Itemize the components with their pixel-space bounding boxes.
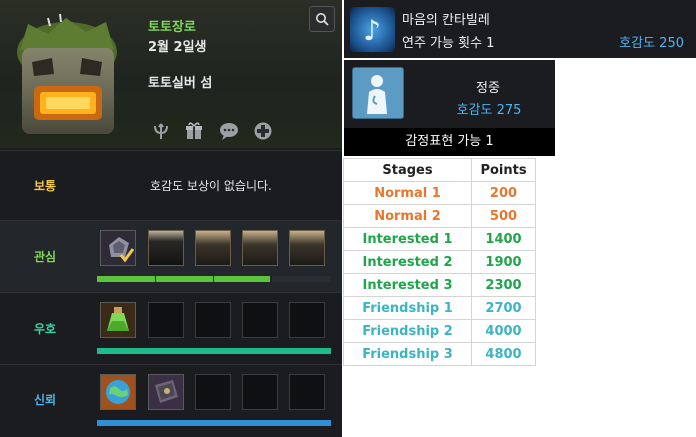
music-note-icon: ♪: [350, 7, 395, 52]
stage-cell: Friendship 1: [343, 296, 472, 320]
reward-slot-interest-4[interactable]: [242, 230, 278, 266]
progress-bar-interest: [97, 276, 331, 282]
reward-slot-friendship-3[interactable]: [195, 302, 231, 338]
no-reward-message: 호감도 보상이 없습니다.: [150, 179, 272, 193]
stage-row-interest: 관심: [0, 220, 342, 292]
stage-cell: Interested 3: [343, 273, 472, 297]
reward-slot-friendship-1[interactable]: [100, 302, 136, 338]
music-affinity: 호감도 250: [619, 36, 684, 51]
reward-slot-trust-4[interactable]: [242, 374, 278, 410]
table-row: Interested 2 1900: [343, 250, 536, 274]
reward-slot-friendship-2[interactable]: [148, 302, 184, 338]
npc-birthday: 2월 2일생: [148, 40, 207, 55]
stage-row-trust: 신뢰: [0, 364, 342, 437]
points-cell: 500: [471, 204, 536, 228]
table-row: Friendship 3 4800: [343, 342, 536, 366]
npc-location: 토토실버 섬: [148, 76, 213, 91]
stage-cell: Interested 1: [343, 227, 472, 251]
reward-slot-interest-3[interactable]: [195, 230, 231, 266]
stage-points-table: Stages Points Normal 1 200 Normal 2 500 Inte…: [343, 158, 536, 366]
stage-label-interest: 관심: [34, 250, 57, 264]
npc-affinity-panel: 토토장로 2월 2일생 토토실버 섬 보통 호감도 보상이 없습니다. 관심 우…: [0, 0, 342, 437]
npc-name: 토토장로: [148, 20, 196, 35]
table-row: Interested 1 1400: [343, 227, 536, 251]
table-row: Normal 2 500: [343, 204, 536, 228]
stone-item-icon: [109, 237, 135, 263]
points-cell: 1900: [471, 250, 536, 274]
emotion-available-count: 감정표현 가능 1: [344, 128, 555, 156]
search-button[interactable]: [309, 6, 335, 32]
stage-cell: Normal 1: [343, 181, 472, 205]
progress-fill-friendship: [97, 348, 331, 354]
stage-row-normal: 보통 호감도 보상이 없습니다.: [0, 150, 342, 220]
stage-label-trust: 신뢰: [34, 393, 57, 407]
table-header-stages: Stages: [343, 158, 472, 182]
progress-bar-trust: [97, 420, 331, 426]
chat-bubble-icon[interactable]: [218, 120, 240, 142]
table-row: Interested 3 2300: [343, 273, 536, 297]
table-row: Friendship 2 4000: [343, 319, 536, 343]
reward-slot-interest-1[interactable]: [100, 230, 136, 266]
reward-slot-interest-2[interactable]: [148, 230, 184, 266]
table-row: Friendship 1 2700: [343, 296, 536, 320]
points-cell: 4000: [471, 319, 536, 343]
stage-cell: Friendship 2: [343, 319, 472, 343]
npc-portrait: [8, 12, 126, 142]
music-reward-card: ♪ 마음의 칸타빌레 연주 가능 횟수 1 호감도 250: [344, 0, 696, 58]
points-cell: 1400: [471, 227, 536, 251]
stage-row-friendship: 우호: [0, 292, 342, 364]
reward-slot-friendship-4[interactable]: [242, 302, 278, 338]
progress-fill-trust: [97, 420, 331, 426]
reward-slot-trust-5[interactable]: [289, 374, 325, 410]
stage-label-friendship: 우호: [34, 322, 57, 336]
emotion-affinity: 호감도 275: [456, 103, 522, 118]
music-play-count: 연주 가능 횟수 1: [402, 36, 495, 51]
points-cell: 2300: [471, 273, 536, 297]
svg-text:♪: ♪: [363, 14, 381, 47]
reward-slot-friendship-5[interactable]: [289, 302, 325, 338]
search-icon: [316, 13, 329, 26]
medal-icon[interactable]: [252, 120, 274, 142]
reward-slot-trust-1[interactable]: [100, 374, 136, 410]
stage-cell: Normal 2: [343, 204, 472, 228]
table-header-row: Stages Points: [343, 158, 536, 182]
reward-slot-trust-2[interactable]: [148, 374, 184, 410]
potion-icon: [107, 307, 129, 331]
music-title: 마음의 칸타빌레: [402, 13, 490, 28]
table-row: Normal 1 200: [343, 181, 536, 205]
bow-gesture-icon: [352, 67, 404, 119]
trident-icon[interactable]: [150, 120, 172, 142]
points-cell: 2700: [471, 296, 536, 320]
stage-cell: Friendship 3: [343, 342, 472, 366]
gift-icon[interactable]: [183, 120, 205, 142]
progress-bar-friendship: [97, 348, 331, 354]
reward-slot-interest-5[interactable]: [289, 230, 325, 266]
points-cell: 200: [471, 181, 536, 205]
progress-fill-interest: [97, 276, 271, 282]
emotion-reward-card: 정중 호감도 275: [344, 60, 555, 128]
emotion-name: 정중: [476, 81, 500, 96]
npc-header: 토토장로 2월 2일생 토토실버 섬: [0, 0, 342, 148]
reward-slot-trust-3[interactable]: [195, 374, 231, 410]
stage-label-normal: 보통: [34, 179, 57, 193]
book-icon: [155, 380, 178, 403]
points-cell: 4800: [471, 342, 536, 366]
table-header-points: Points: [471, 158, 536, 182]
globe-orb-icon: [106, 380, 130, 404]
stage-cell: Interested 2: [343, 250, 472, 274]
